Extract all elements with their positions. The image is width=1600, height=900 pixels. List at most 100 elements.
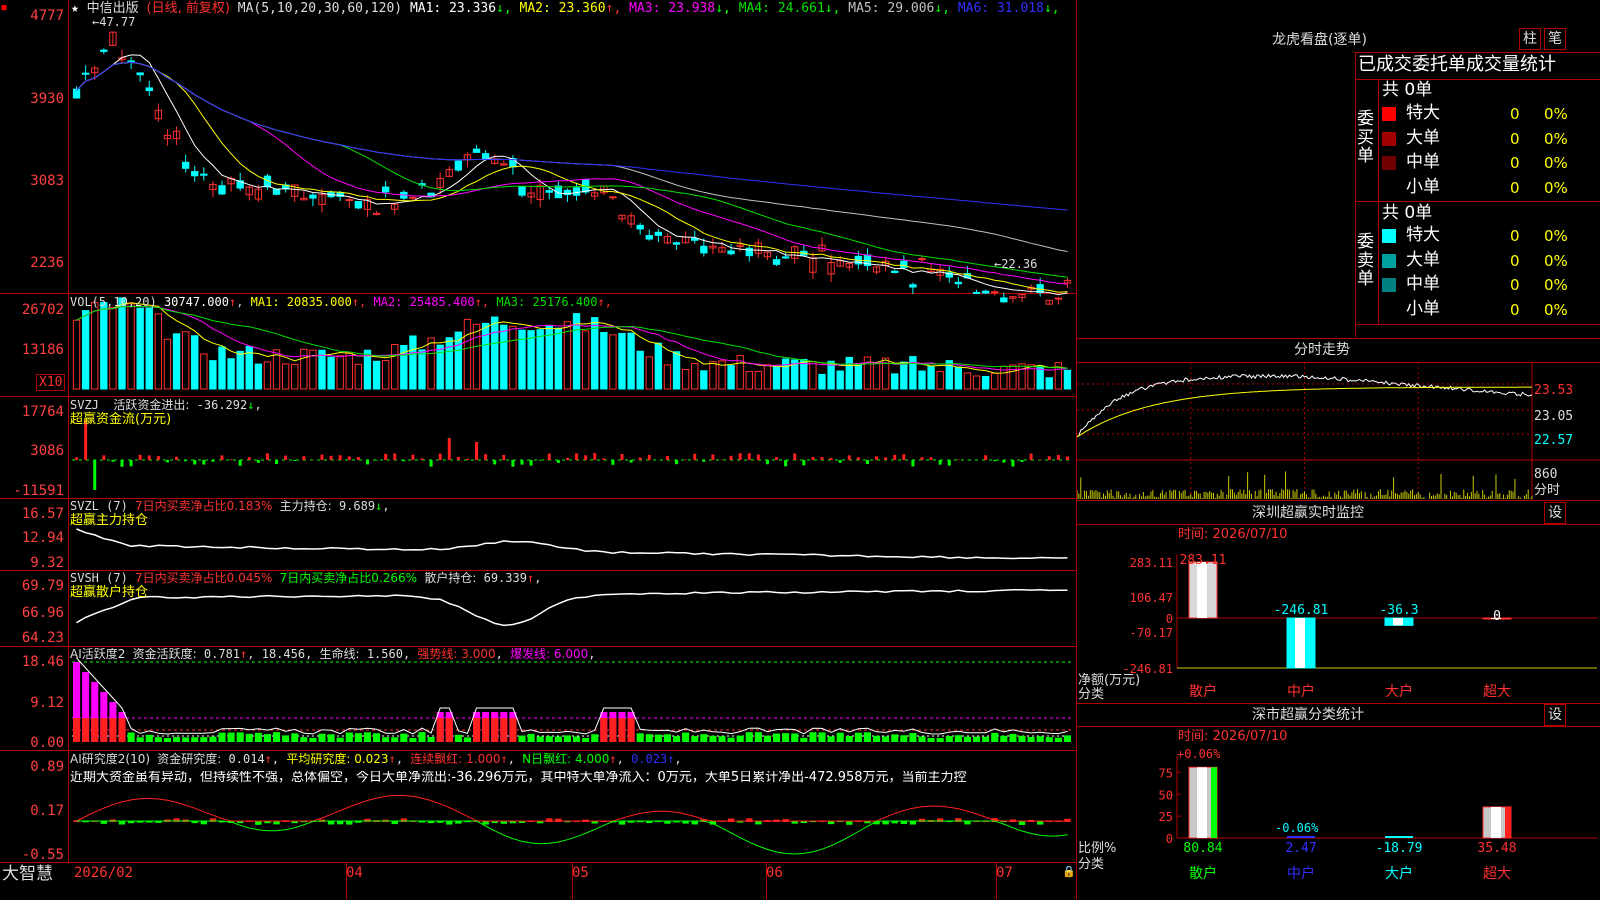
ai-active-y-tick: 18.46 [21, 654, 64, 670]
svzj-bar [729, 455, 733, 460]
sz-class-title: 深市超赢分类统计 [1252, 707, 1364, 723]
sell-row-pct: 0% [1544, 276, 1568, 294]
ai-active-bar [445, 718, 453, 742]
brand-logo[interactable]: 大智慧 [2, 866, 53, 883]
ai-active-bar [227, 732, 235, 742]
volume-bar [972, 375, 981, 390]
ma4-line [76, 61, 1068, 278]
volume-bar [709, 361, 717, 390]
ai-active-bar [863, 732, 871, 742]
ai-active-bar [463, 737, 471, 742]
ai-research-bar [918, 818, 926, 822]
ai-active-bar [582, 737, 590, 742]
svzj-bar [675, 460, 679, 465]
svzj-bar [175, 456, 179, 460]
volume-bar [872, 362, 881, 390]
volume-bar [163, 338, 172, 390]
sz-bar-highlight [1393, 618, 1403, 626]
ai-active-bar [773, 733, 781, 742]
volume-bar [336, 355, 344, 390]
ai-active-line [76, 657, 1068, 735]
sz-monitor-settings-button[interactable]: 设 [1544, 502, 1566, 524]
ai-research-bar [964, 821, 971, 825]
svzj-bar [584, 455, 588, 460]
volume-bar [109, 307, 117, 390]
ai-active-bar [309, 737, 317, 742]
favorite-star-icon[interactable]: ★ [71, 1, 79, 16]
ai-research-bar [346, 821, 353, 825]
ma5-line [76, 61, 1068, 252]
svzj-bar [793, 453, 797, 460]
volume-bar [654, 342, 663, 390]
sz-bar-label: -36.3 [1379, 603, 1418, 618]
svzj-bar [693, 453, 697, 460]
svzj-bar [984, 455, 988, 460]
candle [981, 290, 990, 294]
ai-active-bar [100, 718, 108, 742]
sz-bar-highlight [1197, 562, 1207, 618]
svzl-y-tick: 9.32 [30, 555, 64, 571]
ai-research-bar [118, 821, 126, 825]
ai-active-bar [745, 732, 753, 742]
ma-value-2: MA2: 23.360 [519, 1, 606, 16]
volume-bar [372, 360, 381, 390]
volume-bar [254, 363, 263, 390]
ai-active-bar [973, 736, 981, 742]
volume-bar [645, 356, 653, 390]
volume-bar [745, 371, 753, 390]
volume-bar [445, 337, 453, 390]
intraday-chart[interactable] [1077, 362, 1600, 500]
volume-bar [909, 356, 917, 390]
ai-active-bar [818, 732, 826, 742]
sz-class-settings-button[interactable]: 设 [1544, 704, 1566, 726]
svzj-bar [320, 454, 324, 460]
ai-active-bar [354, 733, 362, 742]
ai-active-bar [82, 718, 90, 742]
svzj-bar [629, 460, 633, 463]
svzj-bar [365, 460, 369, 465]
svzj-bar [393, 453, 397, 460]
ma-value-1: MA1: 23.336 [409, 1, 497, 16]
svzj-bar [275, 460, 279, 465]
volume-bar [136, 307, 144, 390]
ai-active-bar [618, 718, 626, 742]
candle [636, 224, 644, 230]
svzj-bar [638, 457, 642, 460]
sell-row-name: 小单 [1406, 298, 1440, 319]
svzj-bar [356, 456, 360, 460]
ai-active-bar [527, 733, 535, 742]
ai-research-bar [255, 821, 262, 825]
svzj-bar [1047, 456, 1051, 460]
candle [100, 49, 108, 52]
buy-row-pct: 0% [1544, 154, 1568, 172]
svzl-subtitle: 超赢主力持仓 [70, 513, 149, 528]
svzj-bar [156, 456, 160, 460]
ai-active-bar [945, 736, 953, 742]
bar-view-button[interactable]: 柱 [1519, 28, 1541, 50]
ai-active-bar [109, 718, 117, 742]
cls-category: 大户 [1385, 865, 1413, 882]
svzj-bar [138, 454, 142, 460]
vol-unit-badge[interactable]: X10 [36, 374, 66, 391]
sz-category: 中户 [1287, 683, 1315, 700]
volume-bar [154, 313, 163, 390]
volume-bar [481, 322, 490, 390]
volume-bar [954, 366, 963, 390]
volume-bar [509, 325, 517, 390]
svzj-bar [165, 460, 169, 463]
candle [572, 187, 581, 196]
ai-active-bar [954, 735, 962, 742]
sz-class-chart: 75 50 25 0 +0.06% -0.06% 80.84 散户 2.47 中户 -18.79 大户… [1159, 747, 1597, 882]
chart-mode[interactable]: (日线, 前复权) [147, 1, 230, 16]
volume-bar [218, 346, 226, 390]
ai-active-bar [673, 736, 681, 742]
pen-view-button[interactable]: 笔 [1544, 28, 1566, 50]
vol-pane-header: VOL(5,10,20) 30747.000↑, MA1: 20835.000↑… [70, 295, 612, 309]
lock-icon[interactable]: 🔒 [1062, 866, 1076, 877]
ai-active-bar [300, 737, 308, 742]
svzj-bar [111, 460, 115, 462]
price-y-tick: 3083 [30, 173, 64, 189]
svzj-bar [665, 455, 669, 460]
volume-bar [127, 303, 135, 390]
svzj-bar [929, 457, 933, 460]
